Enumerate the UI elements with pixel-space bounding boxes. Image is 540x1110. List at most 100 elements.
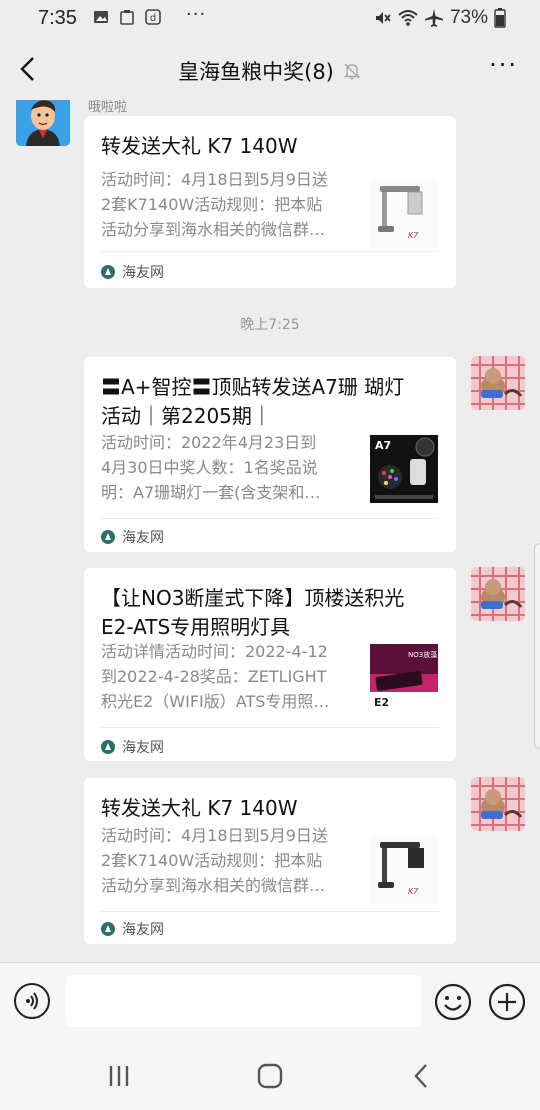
status-right-icons: 73% — [374, 7, 506, 29]
sender-name: 哦啦啦 — [88, 100, 128, 115]
haiyou-logo-icon — [101, 922, 115, 936]
card-source: 海友网 — [101, 737, 164, 757]
card-title: 转发送大礼 K7 140W — [101, 796, 298, 820]
card-description: 活动时间：4月18日到5月9日送 2套K7140W活动规则：把本贴 活动分享到海… — [101, 167, 359, 242]
message-input[interactable] — [66, 975, 421, 1027]
thumb-caption: K7 — [408, 231, 419, 240]
card-description-line: 活动详情活动时间：2022-4-12 — [101, 642, 328, 661]
emoji-button[interactable] — [434, 983, 472, 1021]
my-avatar[interactable] — [471, 567, 525, 621]
card-description-line: 2套K7140W活动规则：把本贴 — [101, 195, 323, 214]
link-card[interactable]: 〓A+智控〓顶贴转发送A7珊 瑚灯 活动｜第2205期｜ 活动时间：2022年4… — [84, 357, 456, 552]
thumb-caption: K7 — [408, 887, 419, 896]
card-thumbnail: K7 — [370, 180, 438, 248]
card-source-name: 海友网 — [122, 740, 164, 756]
card-source: 海友网 — [101, 919, 164, 939]
card-thumbnail: K7 — [370, 836, 438, 904]
card-divider — [101, 518, 439, 519]
a7-lamp-image: A7 — [370, 435, 438, 503]
sender-avatar[interactable] — [16, 100, 70, 146]
card-description-line: 到2022-4-28奖品：ZETLIGHT — [101, 667, 327, 686]
message-list[interactable]: 哦啦啦 转发送大礼 K7 140W 活动时间：4月18日到5月9日送 2套K71… — [0, 100, 540, 962]
mute-icon — [375, 12, 391, 24]
card-description-line: 活动分享到海水相关的微信群… — [101, 220, 326, 239]
plaid-avatar-image — [471, 567, 525, 621]
card-description-line: 活动时间：4月18日到5月9日送 — [101, 826, 328, 845]
plaid-avatar-image — [471, 777, 525, 831]
my-avatar[interactable] — [471, 356, 525, 410]
more-options-button[interactable]: ··· — [489, 53, 518, 77]
card-divider — [101, 251, 439, 252]
card-source-name: 海友网 — [122, 922, 164, 938]
thumb-caption-2: E2 — [374, 696, 389, 709]
haiyou-logo-icon — [101, 740, 115, 754]
card-divider — [101, 911, 439, 912]
k7-lamp-image: K7 — [370, 180, 438, 248]
card-description-line: 明：A7珊瑚灯一套(含支架和… — [101, 483, 321, 502]
card-description-line: 活动分享到海水相关的微信群… — [101, 876, 326, 895]
chat-header: 皇海鱼粮中奖(8) ··· — [0, 38, 540, 100]
card-title-line: 〓A+智控〓顶贴转发送A7珊 瑚灯 — [101, 375, 405, 399]
battery-percent: 73% — [449, 7, 488, 28]
card-description: 活动时间：4月18日到5月9日送 2套K7140W活动规则：把本贴 活动分享到海… — [101, 823, 359, 898]
card-title: 转发送大礼 K7 140W — [101, 134, 298, 158]
status-more-dots: ··· — [186, 4, 207, 25]
card-thumbnail: A7 — [370, 435, 438, 503]
status-bar: 7:35 d ··· 73% — [0, 0, 540, 38]
input-bar — [0, 962, 540, 1040]
thumb-caption: NO3放藻 — [408, 650, 437, 659]
bell-off-icon — [343, 63, 361, 80]
card-source-name: 海友网 — [122, 530, 164, 546]
my-avatar[interactable] — [471, 777, 525, 831]
card-source-name: 海友网 — [122, 265, 164, 281]
douyin-icon: d — [145, 9, 161, 25]
thumb-caption: A7 — [375, 439, 391, 452]
card-title-line: 【让NO3断崖式下降】顶楼送积光 — [101, 586, 405, 610]
clipboard-icon — [120, 10, 134, 25]
link-card[interactable]: 【让NO3断崖式下降】顶楼送积光 E2-ATS专用照明灯具 活动详情活动时间：2… — [84, 568, 456, 761]
card-description: 活动时间：2022年4月23日到 4月30日中奖人数：1名奖品说 明：A7珊瑚灯… — [101, 430, 359, 505]
plus-icon — [488, 983, 526, 1021]
edge-panel-handle[interactable] — [534, 543, 540, 749]
home-icon — [257, 1063, 283, 1089]
card-description-line: 积光E2（WIFI版）ATS专用照… — [101, 692, 330, 711]
status-left-icons: d — [93, 9, 161, 25]
card-source: 海友网 — [101, 262, 164, 282]
system-nav-bar — [0, 1040, 540, 1110]
card-description-line: 2套K7140W活动规则：把本贴 — [101, 851, 323, 870]
card-divider — [101, 727, 439, 728]
time-separator: 晚上7:25 — [240, 317, 300, 333]
svg-text:d: d — [150, 13, 156, 24]
haiyou-logo-icon — [101, 265, 115, 279]
card-source: 海友网 — [101, 527, 164, 547]
plaid-avatar-image — [471, 356, 525, 410]
card-description-line: 活动时间：2022年4月23日到 — [101, 433, 317, 452]
cartoon-avatar-image — [16, 100, 70, 146]
voice-icon — [26, 992, 38, 1010]
card-description-line: 活动时间：4月18日到5月9日送 — [101, 170, 328, 189]
haiyou-logo-icon — [101, 530, 115, 544]
recents-icon — [109, 1066, 129, 1086]
link-card[interactable]: 转发送大礼 K7 140W 活动时间：4月18日到5月9日送 2套K7140W活… — [84, 116, 456, 288]
wifi-icon — [398, 10, 418, 26]
card-title: 〓A+智控〓顶贴转发送A7珊 瑚灯 活动｜第2205期｜ — [101, 373, 444, 431]
emoji-icon — [434, 983, 472, 1021]
link-card[interactable]: 转发送大礼 K7 140W 活动时间：4月18日到5月9日送 2套K7140W活… — [84, 778, 456, 944]
status-time: 7:35 — [38, 7, 77, 29]
airplane-icon — [424, 9, 443, 27]
card-description: 活动详情活动时间：2022-4-12 到2022-4-28奖品：ZETLIGHT… — [101, 639, 359, 714]
card-thumbnail: NO3放藻 E2 — [370, 644, 438, 712]
image-icon — [94, 11, 108, 23]
home-button[interactable] — [255, 1062, 285, 1090]
recents-button[interactable] — [104, 1062, 134, 1090]
back-icon — [414, 1064, 427, 1088]
chat-title: 皇海鱼粮中奖(8) — [178, 60, 334, 84]
card-title-line: E2-ATS专用照明灯具 — [101, 615, 291, 639]
e2-lamp-image: NO3放藻 E2 — [370, 644, 438, 712]
k7-lamp-image: K7 — [370, 836, 438, 904]
system-back-button[interactable] — [406, 1062, 436, 1090]
voice-button[interactable] — [14, 983, 50, 1019]
card-title: 【让NO3断崖式下降】顶楼送积光 E2-ATS专用照明灯具 — [101, 584, 444, 642]
more-functions-button[interactable] — [488, 983, 526, 1021]
card-description-line: 4月30日中奖人数：1名奖品说 — [101, 458, 318, 477]
